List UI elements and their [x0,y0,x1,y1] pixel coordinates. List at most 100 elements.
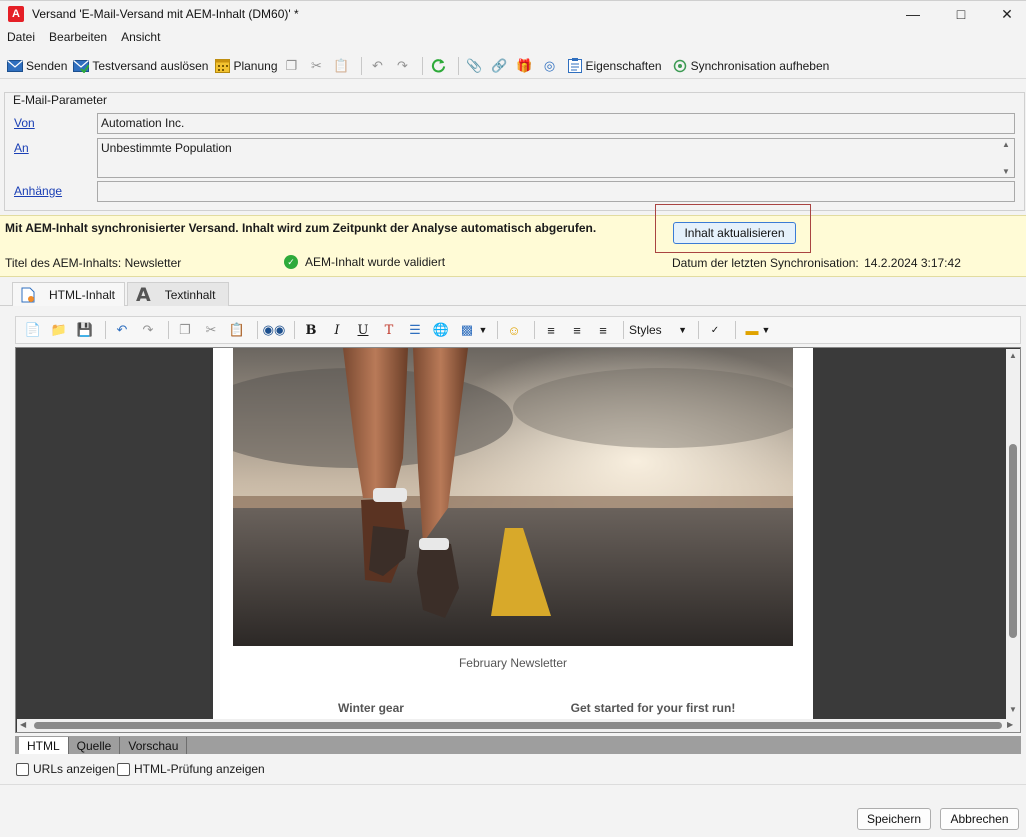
spellcheck-icon[interactable]: ✓ [704,320,726,340]
from-field[interactable]: Automation Inc. [97,113,1015,134]
tab-source[interactable]: Quelle [69,737,121,754]
editor-divider [623,321,624,339]
link-button[interactable]: 🔗 [489,55,514,77]
to-link[interactable]: An [14,141,29,155]
undo-button[interactable]: ↶ [367,55,392,77]
scissors-icon: ✂ [311,57,322,73]
show-html-check-checkbox[interactable] [117,762,130,776]
html-editor-area[interactable]: February Newsletter Winter gear Get star… [15,347,1021,733]
gift-icon: 🎁 [516,57,533,73]
align-center-icon[interactable]: ≡ [566,320,588,340]
minimize-button[interactable]: — [890,1,936,27]
undo-icon: ↶ [372,57,383,73]
tab-html-content[interactable]: HTML-Inhalt [12,282,125,306]
show-html-check-option[interactable]: HTML-Prüfung anzeigen [117,762,265,776]
tab-preview[interactable]: Vorschau [120,737,188,754]
bold-icon[interactable]: B [300,320,322,340]
menu-datei[interactable]: Datei [0,30,42,44]
editor-divider [257,321,258,339]
styles-dropdown[interactable]: Styles ▼ [629,323,687,337]
editor-vertical-scrollbar[interactable]: ▲ ▼ [1006,349,1020,719]
insert-link-icon[interactable]: 🌐 [430,320,452,340]
editor-paste-icon[interactable]: 📋 [226,320,248,340]
schedule-button[interactable]: Planung [211,55,280,77]
attachments-link[interactable]: Anhänge [14,184,62,198]
editor-cut-icon[interactable]: ✂ [200,320,222,340]
text-color-icon[interactable]: T [378,320,400,340]
bullet-list-icon[interactable]: ☰ [404,320,426,340]
vertical-scroll-thumb[interactable] [1009,444,1017,638]
maximize-button[interactable]: □ [938,1,984,27]
cancel-button[interactable]: Abbrechen [940,808,1019,830]
tab-html[interactable]: HTML [19,737,69,754]
test-send-button[interactable]: Testversand auslösen [70,55,211,77]
toolbar-divider [457,56,459,75]
attachments-field[interactable] [97,181,1015,202]
tracking-button[interactable]: ◎ [539,55,564,77]
to-field-value: Unbestimmte Population [101,141,232,155]
menu-ansicht[interactable]: Ansicht [114,30,167,44]
editor-undo-icon[interactable]: ↶ [111,320,133,340]
menu-bearbeiten[interactable]: Bearbeiten [42,30,114,44]
newsletter-caption: February Newsletter [458,656,568,670]
tab-text-content[interactable]: A Textinhalt [127,282,229,306]
editor-divider [168,321,169,339]
close-button[interactable]: ✕ [984,1,1026,27]
scroll-down-icon: ▼ [1002,167,1010,176]
editor-copy-icon[interactable]: ❐ [174,320,196,340]
editor-horizontal-scrollbar[interactable]: ◀ ▶ [17,719,1020,732]
properties-button[interactable]: Eigenschaften [564,55,665,77]
new-document-icon[interactable]: 📄 [22,320,44,340]
target-icon: ◎ [543,57,556,73]
link-icon: 🔗 [491,57,508,73]
underline-icon[interactable]: U [352,320,374,340]
editor-divider [105,321,106,339]
editor-view-tabs: HTML Quelle Vorschau [15,736,1021,754]
image-dropdown-icon[interactable]: ▼ [478,320,488,340]
personalization-button[interactable]: 🎁 [514,55,539,77]
horizontal-scroll-thumb[interactable] [34,722,1002,729]
main-toolbar: Senden Testversand auslösen Planung ❐ ✂ … [0,53,1026,79]
to-field[interactable]: Unbestimmte Population [97,138,1015,178]
email-body: February Newsletter Winter gear Get star… [213,348,813,720]
to-field-scrollbar[interactable]: ▲ ▼ [999,140,1013,176]
save-disk-icon[interactable]: 💾 [74,320,96,340]
copy-button[interactable]: ❐ [281,55,306,77]
cut-button[interactable]: ✂ [306,55,331,77]
editor-divider [534,321,535,339]
open-folder-icon[interactable]: 📁 [48,320,70,340]
align-left-icon[interactable]: ≡ [540,320,562,340]
scroll-down-arrow-icon: ▼ [1009,705,1017,714]
aem-validated-status: ✓ AEM-Inhalt wurde validiert [284,255,445,269]
last-sync-value: 14.2.2024 3:17:42 [864,256,961,270]
show-urls-checkbox[interactable] [16,762,29,776]
unsync-button[interactable]: Synchronisation aufheben [669,55,833,77]
hero-image [233,348,793,646]
emoji-icon[interactable]: ☺ [503,320,525,340]
calendar-icon [214,58,230,74]
italic-icon[interactable]: I [326,320,348,340]
insert-image-icon[interactable]: ▩ [456,320,478,340]
paste-button[interactable]: 📋 [331,55,356,77]
text-a-icon: A [136,283,151,306]
menu-bar: Datei Bearbeiten Ansicht [0,27,1026,46]
editor-redo-icon[interactable]: ↷ [137,320,159,340]
align-right-icon[interactable]: ≡ [592,320,614,340]
attachment-button[interactable]: 📎 [464,55,489,77]
block-dropdown-icon[interactable]: ▼ [761,320,771,340]
footer-divider [0,784,1026,785]
send-button[interactable]: Senden [4,55,70,77]
title-bar: A Versand 'E-Mail-Versand mit AEM-Inhalt… [0,0,1026,26]
find-binoculars-icon[interactable]: ◉◉ [263,320,286,340]
show-urls-option[interactable]: URLs anzeigen [16,762,115,776]
save-button[interactable]: Speichern [857,808,931,830]
copy-icon: ❐ [285,57,298,73]
insert-block-icon[interactable]: ▬ [741,320,763,340]
highlight-frame [655,204,811,253]
paperclip-icon: 📎 [466,57,483,73]
redo-button[interactable]: ↷ [392,55,417,77]
from-link[interactable]: Von [14,116,35,130]
check-circle-icon: ✓ [284,255,298,269]
sync-off-icon [672,58,688,74]
refresh-button[interactable] [428,55,453,77]
